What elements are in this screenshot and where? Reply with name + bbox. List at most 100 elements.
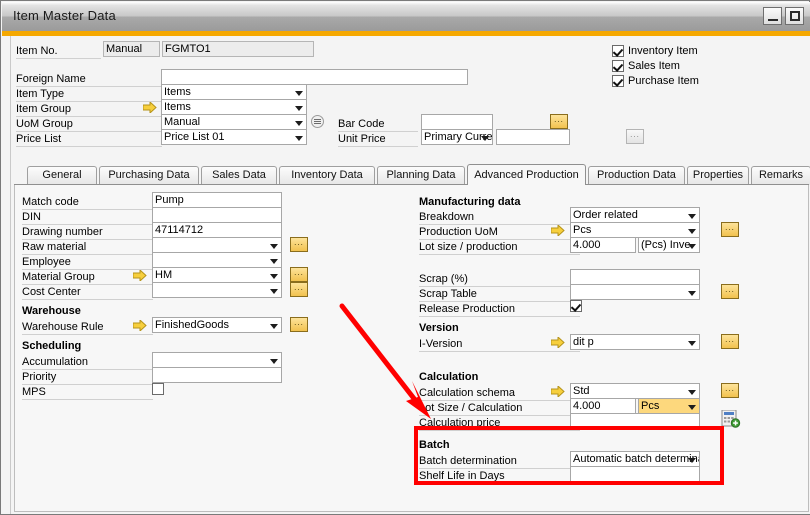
raw-material-combo[interactable]: [152, 237, 282, 253]
tab-production-data[interactable]: Production Data: [588, 166, 685, 185]
inventory-item-checkbox[interactable]: [612, 45, 624, 57]
material-group-browse-button[interactable]: ...: [290, 267, 308, 282]
scrap-percent-field[interactable]: [570, 269, 700, 285]
unit-price-browse-button[interactable]: ...: [626, 129, 644, 144]
match-code-field[interactable]: Pump: [152, 192, 282, 208]
shelf-life-label: Shelf Life in Days: [419, 469, 580, 484]
scrap-table-browse-button[interactable]: ...: [721, 284, 739, 299]
tab-strip: General Purchasing Data Sales Data Inven…: [14, 164, 809, 185]
scrap-percent-label: Scrap (%): [419, 272, 580, 287]
warehouse-rule-link-arrow-icon[interactable]: [133, 320, 147, 331]
mps-checkbox[interactable]: [152, 383, 164, 395]
window-body: Item No. Manual FGMTO1 Foreign Name Item…: [2, 36, 810, 514]
material-group-link-arrow-icon[interactable]: [133, 270, 147, 281]
scrap-table-combo[interactable]: [570, 284, 700, 300]
drawing-number-label: Drawing number: [22, 225, 153, 240]
tab-planning-data[interactable]: Planning Data: [377, 166, 465, 185]
maximize-button[interactable]: [785, 7, 804, 25]
inventory-item-label: Inventory Item: [628, 44, 698, 58]
match-code-label: Match code: [22, 195, 153, 210]
shelf-life-field[interactable]: [570, 466, 700, 482]
accumulation-combo[interactable]: [152, 352, 282, 368]
item-group-link-arrow-icon[interactable]: [143, 102, 157, 113]
drawing-number-field[interactable]: 47114712: [152, 222, 282, 238]
price-list-label: Price List: [16, 132, 162, 147]
tab-inventory-data-label: Inventory Data: [291, 169, 363, 181]
production-uom-link-arrow-icon[interactable]: [551, 225, 565, 236]
batch-section-title: Batch: [419, 438, 450, 452]
employee-label: Employee: [22, 255, 153, 270]
tab-planning-data-label: Planning Data: [386, 169, 455, 181]
mps-label: MPS: [22, 385, 153, 400]
release-production-label: Release Production: [419, 302, 580, 317]
unit-price-currency-combo[interactable]: Primary Curre: [421, 129, 493, 145]
tab-general[interactable]: General: [27, 166, 97, 185]
calculation-schema-link-arrow-icon[interactable]: [551, 386, 565, 397]
tab-properties-label: Properties: [693, 169, 743, 181]
warehouse-section-title: Warehouse: [22, 304, 81, 318]
tab-sales-data[interactable]: Sales Data: [201, 166, 277, 185]
calculation-price-field[interactable]: [570, 413, 700, 429]
lot-size-calculation-label: Lot Size / Calculation: [419, 401, 580, 416]
item-master-data-window: Item Master Data Item No. Manual FGMTO1 …: [0, 0, 810, 515]
window-frame: Item Master Data Item No. Manual FGMTO1 …: [0, 0, 810, 515]
raw-material-browse-button[interactable]: ...: [290, 237, 308, 252]
calculation-schema-browse-button[interactable]: ...: [721, 383, 739, 398]
priority-field[interactable]: [152, 367, 282, 383]
unit-price-field[interactable]: [496, 129, 570, 145]
batch-determination-combo[interactable]: Automatic batch determina: [570, 451, 700, 467]
breakdown-combo[interactable]: Order related: [570, 207, 700, 223]
calculation-schema-combo[interactable]: Std: [570, 383, 700, 399]
tab-production-data-label: Production Data: [597, 169, 676, 181]
item-group-label: Item Group: [16, 102, 162, 117]
price-list-combo[interactable]: Price List 01: [161, 129, 307, 145]
tab-remarks[interactable]: Remarks: [751, 166, 810, 185]
warehouse-rule-browse-button[interactable]: ...: [290, 317, 308, 332]
tab-general-label: General: [42, 169, 81, 181]
item-no-field[interactable]: FGMTO1: [162, 41, 314, 57]
lot-size-calculation-uom-combo[interactable]: Pcs: [638, 398, 700, 414]
sales-item-checkbox[interactable]: [612, 60, 624, 72]
item-no-mode-field[interactable]: Manual: [103, 41, 160, 57]
maximize-icon: [790, 11, 800, 21]
item-type-combo[interactable]: Items: [161, 84, 307, 100]
cost-center-browse-button[interactable]: ...: [290, 282, 308, 297]
priority-label: Priority: [22, 370, 153, 385]
lot-size-production-field[interactable]: 4.000: [570, 237, 636, 253]
bar-code-browse-button[interactable]: ...: [550, 114, 568, 129]
cost-center-combo[interactable]: [152, 282, 282, 298]
purchase-item-checkbox[interactable]: [612, 75, 624, 87]
i-version-browse-button[interactable]: ...: [721, 334, 739, 349]
minimize-button[interactable]: [763, 7, 782, 25]
tab-remarks-label: Remarks: [759, 169, 803, 181]
tab-advanced-production-label: Advanced Production: [474, 169, 579, 181]
tab-advanced-production[interactable]: Advanced Production: [467, 164, 586, 185]
foreign-name-field[interactable]: [161, 69, 468, 85]
i-version-link-arrow-icon[interactable]: [551, 337, 565, 348]
scheduling-section-title: Scheduling: [22, 339, 81, 353]
uom-group-combo[interactable]: Manual: [161, 114, 307, 130]
calculation-section-title: Calculation: [419, 370, 478, 384]
accumulation-label: Accumulation: [22, 355, 153, 370]
i-version-combo[interactable]: dit p: [570, 334, 700, 350]
production-uom-browse-button[interactable]: ...: [721, 222, 739, 237]
window-controls: [763, 7, 804, 25]
din-field[interactable]: [152, 207, 282, 223]
material-group-combo[interactable]: HM: [152, 267, 282, 283]
bar-code-field[interactable]: [421, 114, 493, 130]
release-production-checkbox[interactable]: [570, 300, 582, 312]
lot-size-production-uom-combo[interactable]: (Pcs) Inve: [638, 237, 700, 253]
bar-code-label: Bar Code: [338, 117, 418, 132]
item-group-combo[interactable]: Items: [161, 99, 307, 115]
tab-inventory-data[interactable]: Inventory Data: [279, 166, 375, 185]
production-uom-combo[interactable]: Pcs: [570, 222, 700, 238]
uom-group-menu-icon[interactable]: [311, 115, 324, 128]
unit-price-label: Unit Price: [338, 132, 418, 147]
tab-properties[interactable]: Properties: [687, 166, 749, 185]
employee-combo[interactable]: [152, 252, 282, 268]
title-bar: Item Master Data: [2, 2, 810, 31]
tab-purchasing-data[interactable]: Purchasing Data: [99, 166, 199, 185]
calculator-icon[interactable]: [721, 410, 741, 428]
warehouse-rule-combo[interactable]: FinishedGoods: [152, 317, 282, 333]
lot-size-calculation-field[interactable]: 4.000: [570, 398, 636, 414]
